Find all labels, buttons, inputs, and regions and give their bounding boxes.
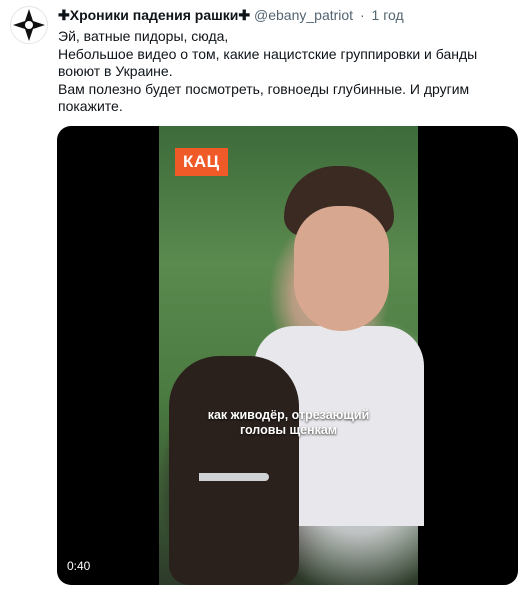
tweet-header: ✚Хроники падения рашки✚ @ebany_patriot ·… <box>58 6 521 24</box>
tweet: ✚Хроники падения рашки✚ @ebany_patriot ·… <box>0 0 531 596</box>
cross-logo-icon <box>12 8 46 42</box>
avatar[interactable] <box>10 6 48 44</box>
video-caption-line: как живодёр, отрезающий <box>207 408 370 422</box>
separator-dot: · <box>359 7 365 23</box>
video-badge: КАЦ <box>175 148 228 176</box>
video-puppy-shape <box>169 356 299 585</box>
tweet-text-line: Небольшое видео о том, какие нацистские … <box>58 45 478 80</box>
tweet-text-line: Вам полезно будет посмотреть, говноеды г… <box>58 80 470 115</box>
video-face-shape <box>294 206 389 331</box>
timestamp[interactable]: 1 год <box>372 7 404 23</box>
video-player[interactable]: КАЦ как живодёр, отрезающий головы щенка… <box>57 126 518 585</box>
video-duration: 0:40 <box>67 559 91 573</box>
video-caption: как живодёр, отрезающий головы щенкам <box>159 408 418 438</box>
display-name[interactable]: ✚Хроники падения рашки✚ <box>58 7 250 23</box>
video-caption-line: головы щенкам <box>239 423 338 437</box>
tweet-text-line: Эй, ватные пидоры, сюда, <box>58 28 229 44</box>
user-handle[interactable]: @ebany_patriot <box>254 7 353 23</box>
video-knife-shape <box>199 473 269 481</box>
tweet-text: Эй, ватные пидоры, сюда, Небольшое видео… <box>58 28 518 116</box>
video-frame <box>159 126 424 585</box>
